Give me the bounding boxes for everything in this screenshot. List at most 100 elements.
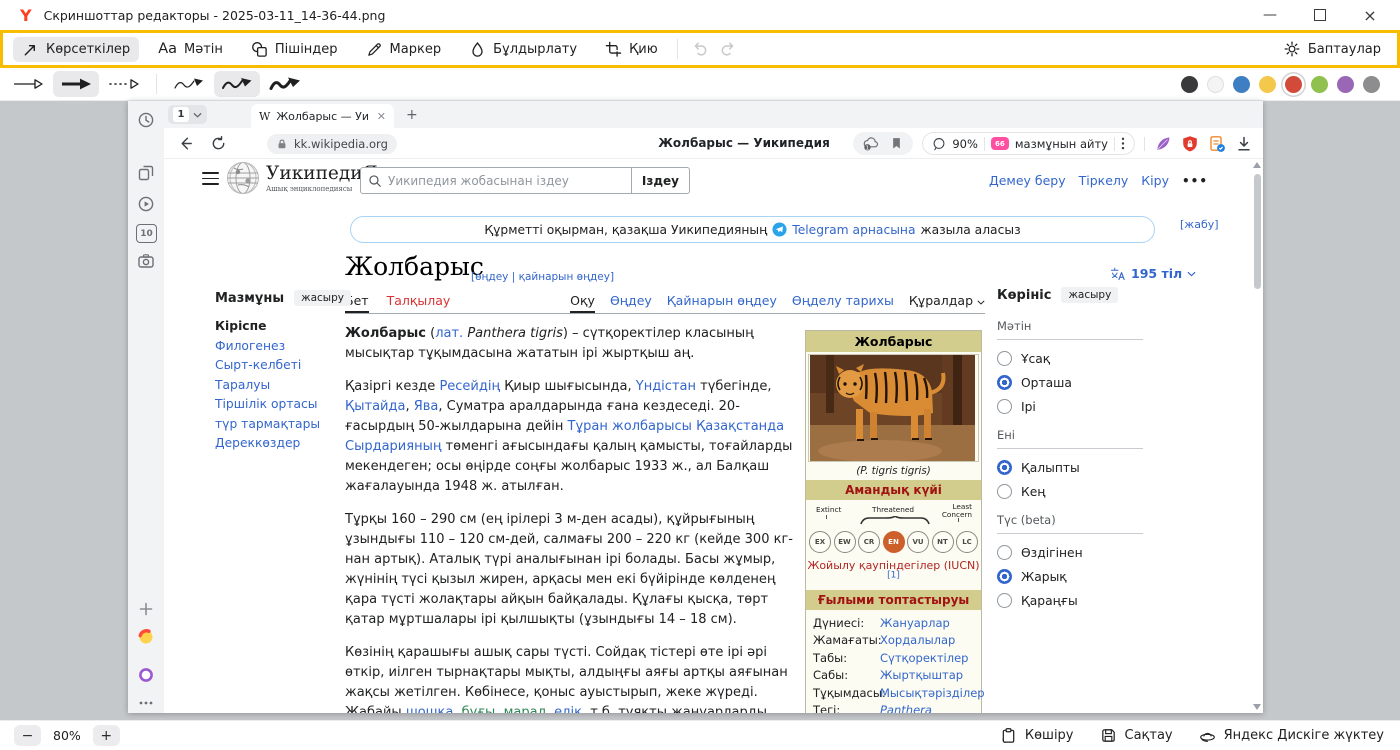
collections-icon[interactable]: 1: [862, 135, 879, 152]
appearance-option[interactable]: Жарық: [997, 568, 1143, 585]
taxonomy-value[interactable]: Хордалылар: [880, 633, 955, 648]
kebab-menu-icon[interactable]: [1121, 137, 1125, 150]
zoom-in-button[interactable]: +: [93, 725, 120, 746]
radio-button[interactable]: [997, 593, 1012, 608]
browser-tab[interactable]: W Жолбарыс — Уикипед ✕: [251, 104, 394, 128]
header-link[interactable]: Кіру: [1141, 173, 1169, 188]
close-button[interactable]: ×: [1362, 7, 1378, 23]
settings-button[interactable]: Баптаулар: [1284, 41, 1381, 57]
scroll-down-arrow[interactable]: [1253, 704, 1261, 710]
wiki-link[interactable]: бұғы: [462, 705, 496, 713]
hamburger-menu-icon[interactable]: [202, 172, 219, 185]
article-edit-links[interactable]: [өңдеу | қайнарын өңдеу]: [471, 271, 614, 283]
taxonomy-value[interactable]: Жыртқыштар: [880, 668, 963, 683]
status-reference[interactable]: [1]: [887, 570, 900, 580]
appearance-option[interactable]: Қалыпты: [997, 459, 1143, 476]
straight-arrow-thick-button[interactable]: [53, 71, 99, 97]
article-tab[interactable]: Оқу: [570, 293, 595, 313]
color-swatch[interactable]: [1181, 76, 1198, 93]
toc-item[interactable]: Кіріспе: [215, 320, 340, 332]
downloads-icon[interactable]: [1235, 135, 1253, 153]
status-badge-vu[interactable]: VU: [907, 531, 929, 553]
read-aloud-button[interactable]: мазмұнын айту: [1015, 137, 1108, 151]
panels-icon[interactable]: [137, 164, 155, 182]
shapes-tool[interactable]: Пішіндер: [242, 37, 347, 62]
article-tab[interactable]: Құралдар: [909, 293, 985, 313]
new-tab-button[interactable]: +: [406, 107, 418, 123]
tab-close-icon[interactable]: ✕: [377, 110, 386, 123]
undo-button[interactable]: [688, 37, 714, 61]
sketch-arrow-thick-button[interactable]: [262, 71, 308, 97]
save-button[interactable]: Сақтау: [1100, 727, 1173, 744]
appearance-hide-button[interactable]: жасыру: [1061, 287, 1118, 303]
add-panel-icon[interactable]: [137, 600, 155, 618]
banner-close-link[interactable]: [жабу]: [1180, 218, 1219, 231]
marker-tool[interactable]: Маркер: [357, 37, 451, 62]
blur-tool[interactable]: Бұлдырлату: [460, 37, 586, 62]
upload-disk-button[interactable]: Яндекс Дискіге жүктеу: [1199, 727, 1384, 744]
header-link[interactable]: Демеу беру: [989, 173, 1066, 188]
scrollbar-thumb[interactable]: [1254, 174, 1261, 289]
color-swatch[interactable]: [1233, 76, 1250, 93]
page-zoom-level[interactable]: 90%: [952, 137, 978, 151]
back-icon[interactable]: [177, 135, 194, 152]
arrows-tool[interactable]: Көрсеткілер: [13, 37, 139, 62]
crop-tool[interactable]: Қию: [596, 37, 667, 62]
radio-button[interactable]: [997, 569, 1012, 584]
zoom-comment-icon[interactable]: [932, 137, 946, 151]
wiki-link[interactable]: Қазақстанда: [696, 419, 784, 434]
wiki-link[interactable]: шошқа: [406, 705, 454, 713]
redo-button[interactable]: [714, 37, 740, 61]
toc-item[interactable]: түр тармақтары: [215, 418, 340, 430]
status-badge-ex[interactable]: EX: [809, 531, 831, 553]
color-swatch[interactable]: [1363, 76, 1380, 93]
status-badge-en[interactable]: EN: [883, 531, 905, 553]
toc-hide-button[interactable]: жасыру: [294, 290, 351, 306]
tab-groups-badge[interactable]: 10: [136, 224, 157, 243]
appearance-option[interactable]: Ұсақ: [997, 350, 1143, 367]
status-badge-nt[interactable]: NT: [932, 531, 954, 553]
dashed-arrow-button[interactable]: [101, 71, 147, 97]
banner-telegram-link[interactable]: Telegram арнасына: [792, 223, 915, 237]
appearance-option[interactable]: Орташа: [997, 374, 1143, 391]
scroll-up-arrow[interactable]: [1253, 162, 1261, 168]
radio-button[interactable]: [997, 399, 1012, 414]
tab-counter[interactable]: 1: [168, 105, 207, 124]
tiger-image[interactable]: [808, 354, 979, 462]
minimize-button[interactable]: —: [1262, 7, 1278, 23]
radio-button[interactable]: [997, 484, 1012, 499]
search-input[interactable]: [382, 174, 631, 188]
radio-button[interactable]: [997, 351, 1012, 366]
weather-widget-icon[interactable]: [137, 628, 155, 646]
radio-button[interactable]: [997, 375, 1012, 390]
wiki-link[interactable]: Тұран жолбарысы: [568, 419, 692, 434]
history-icon[interactable]: [137, 111, 155, 129]
appearance-option[interactable]: Кең: [997, 483, 1143, 500]
color-swatch[interactable]: [1259, 76, 1276, 93]
radio-button[interactable]: [997, 545, 1012, 560]
taxonomy-value[interactable]: Жануарлар: [880, 616, 950, 631]
sketch-arrow-medium-button[interactable]: [214, 71, 260, 97]
toc-item[interactable]: Дереккөздер: [215, 437, 340, 449]
appearance-option[interactable]: Ірі: [997, 398, 1143, 415]
toc-item[interactable]: Тіршілік ортасы: [215, 398, 340, 410]
header-link[interactable]: Тіркелу: [1079, 173, 1129, 188]
status-badge-ew[interactable]: EW: [834, 531, 856, 553]
page-scrollbar[interactable]: [1253, 161, 1262, 711]
language-selector[interactable]: 195 тіл: [1110, 266, 1196, 281]
adblock-shield-icon[interactable]: [1181, 135, 1199, 153]
article-tab[interactable]: Қайнарын өңдеу: [667, 293, 777, 313]
appearance-option[interactable]: Қараңғы: [997, 592, 1143, 609]
sketch-arrow-thin-button[interactable]: [166, 71, 212, 97]
toc-item[interactable]: Сырт-келбеті: [215, 359, 340, 371]
wiki-link[interactable]: Ресейдің: [439, 379, 500, 394]
wiki-link[interactable]: Қытайда: [345, 399, 405, 414]
article-tab[interactable]: Өңдеу: [610, 293, 652, 313]
toc-item[interactable]: Таралуы: [215, 379, 340, 391]
alice-assistant-icon[interactable]: [137, 666, 155, 684]
radio-button[interactable]: [997, 460, 1012, 475]
text-tool[interactable]: АаМәтін: [149, 38, 232, 61]
zoom-out-button[interactable]: −: [14, 725, 41, 746]
wiki-link[interactable]: лат.: [435, 326, 463, 341]
taxonomy-value[interactable]: Panthera: [880, 703, 932, 713]
